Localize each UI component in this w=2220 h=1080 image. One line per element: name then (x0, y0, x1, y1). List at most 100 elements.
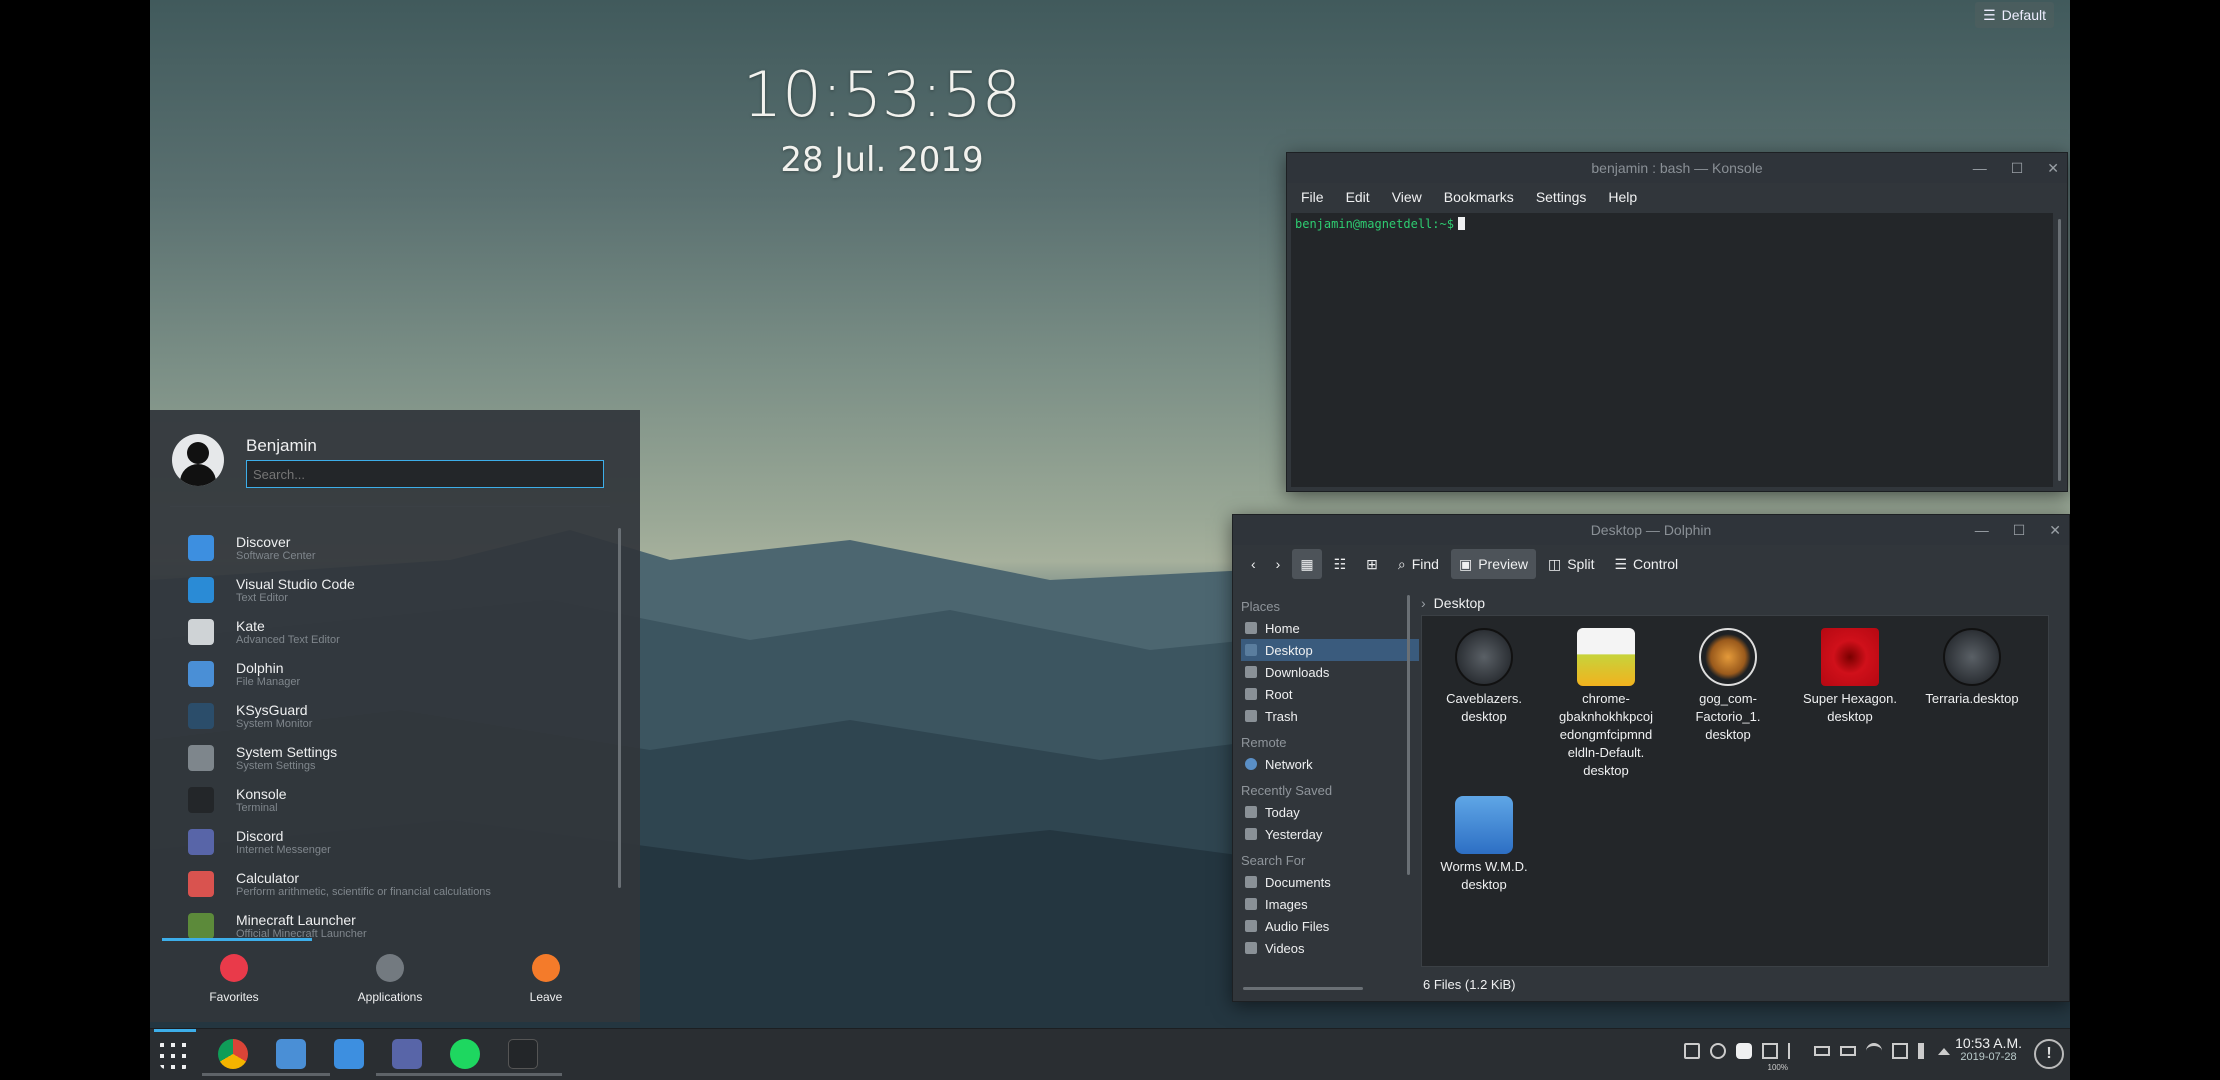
compact-view-button[interactable]: ☷ (1326, 549, 1355, 579)
search-input[interactable] (246, 460, 604, 488)
terminal-scrollbar[interactable] (2058, 219, 2061, 481)
notifications-icon[interactable]: ! (2034, 1039, 2064, 1069)
file-item[interactable]: gog_com- Factorio_1. desktop (1670, 620, 1786, 744)
back-button[interactable]: ‹ (1243, 549, 1264, 579)
volume-icon[interactable] (1918, 1043, 1928, 1059)
app-launcher-grid-icon[interactable] (160, 1039, 190, 1069)
app-item-calculator[interactable]: Calculator Perform arithmetic, scientific… (188, 864, 491, 904)
places-hscrollbar[interactable] (1243, 987, 1363, 990)
calculator-icon (188, 871, 214, 897)
place-desktop[interactable]: Desktop (1241, 639, 1419, 661)
minimize-icon[interactable]: — (1973, 160, 1987, 176)
file-item[interactable]: Caveblazers. desktop (1426, 620, 1542, 726)
place-images[interactable]: Images (1241, 893, 1419, 915)
place-yesterday[interactable]: Yesterday (1241, 823, 1419, 845)
konsole-titlebar[interactable]: benjamin : bash — Konsole — ☐ ✕ (1287, 153, 2067, 183)
place-label: Desktop (1265, 642, 1313, 658)
place-network[interactable]: Network (1241, 753, 1419, 775)
maximize-icon[interactable]: ☐ (2011, 160, 2024, 177)
taskbar-date: 2019-07-28 (1960, 1051, 2017, 1063)
icons-view-button[interactable]: ▦ (1292, 549, 1322, 579)
expand-tray-icon[interactable] (1938, 1047, 1950, 1055)
file-item[interactable]: Terraria.desktop (1914, 620, 2030, 708)
preview-button[interactable]: ▣ Preview (1450, 549, 1536, 579)
battery-icon[interactable] (1840, 1046, 1856, 1056)
minimize-icon[interactable]: — (1975, 522, 1989, 538)
discord-tray-icon[interactable] (1736, 1043, 1752, 1059)
terminal-area[interactable]: benjamin@magnetdell:~$ (1291, 213, 2053, 487)
app-name: Dolphin (236, 660, 284, 676)
control-button[interactable]: ☰ Control (1606, 549, 1686, 579)
factorio-gear-icon (1699, 628, 1757, 686)
dolphin-icon[interactable] (276, 1039, 306, 1069)
places-panel: Places Home Desktop Downloads Root Trash… (1241, 591, 1419, 959)
split-icon: ◫ (1547, 555, 1562, 572)
search-header: Search For (1241, 852, 1306, 868)
file-item[interactable]: Super Hexagon. desktop (1792, 620, 1908, 726)
tab-favorites[interactable]: Favorites (174, 954, 294, 1004)
details-view-button[interactable]: ⊞ (1358, 549, 1386, 579)
place-documents[interactable]: Documents (1241, 871, 1419, 893)
usb-icon[interactable] (1762, 1043, 1778, 1059)
place-root[interactable]: Root (1241, 683, 1419, 705)
find-button[interactable]: ⌕ Find (1390, 549, 1447, 579)
file-item[interactable]: Worms W.M.D. desktop (1426, 788, 1542, 894)
place-home[interactable]: Home (1241, 617, 1419, 639)
file-name: gog_com- Factorio_1. desktop (1695, 691, 1761, 742)
steam-icon (1455, 628, 1513, 686)
tab-leave[interactable]: Leave (486, 954, 606, 1004)
app-item-konsole[interactable]: Konsole Terminal (188, 780, 287, 820)
avatar[interactable] (172, 434, 224, 486)
app-item-ksysguard[interactable]: KSysGuard System Monitor (188, 696, 312, 736)
places-scrollbar[interactable] (1407, 595, 1410, 875)
app-item-discord[interactable]: Discord Internet Messenger (188, 822, 331, 862)
desktop: 10:53:58 28 Jul. 2019 ☰ Default benjamin… (150, 0, 2070, 1080)
place-today[interactable]: Today (1241, 801, 1419, 823)
app-item-discover[interactable]: Discover Software Center (188, 528, 315, 568)
place-videos[interactable]: Videos (1241, 937, 1419, 959)
close-icon[interactable]: ✕ (2049, 522, 2061, 539)
bluetooth-icon[interactable] (1788, 1043, 1804, 1059)
menu-view[interactable]: View (1392, 189, 1422, 205)
activity-default-button[interactable]: ☰ Default (1975, 2, 2054, 28)
discord-icon[interactable] (392, 1039, 422, 1069)
app-item-system-settings[interactable]: System Settings System Settings (188, 738, 337, 778)
discover-icon[interactable] (334, 1039, 364, 1069)
media-play-icon[interactable] (1710, 1043, 1726, 1059)
menu-settings[interactable]: Settings (1536, 189, 1587, 205)
place-trash[interactable]: Trash (1241, 705, 1419, 727)
konsole-icon[interactable] (508, 1039, 538, 1069)
close-icon[interactable]: ✕ (2047, 160, 2059, 177)
maximize-icon[interactable]: ☐ (2013, 522, 2026, 539)
file-name: Super Hexagon. desktop (1803, 691, 1897, 724)
tab-applications[interactable]: Applications (330, 954, 450, 1004)
compact-list-icon: ☷ (1333, 555, 1347, 572)
menu-bookmarks[interactable]: Bookmarks (1444, 189, 1514, 205)
digital-clock[interactable]: 10:53 A.M. 2019-07-28 (1955, 1035, 2022, 1063)
split-button[interactable]: ◫ Split (1540, 549, 1602, 579)
app-item-visual-studio-code[interactable]: Visual Studio Code Text Editor (188, 570, 355, 610)
root-folder-icon (1245, 688, 1257, 700)
menu-help[interactable]: Help (1608, 189, 1637, 205)
spotify-icon[interactable] (450, 1039, 480, 1069)
breadcrumb[interactable]: › Desktop (1421, 595, 1485, 611)
storage-icon[interactable] (1892, 1043, 1908, 1059)
menu-file[interactable]: File (1301, 189, 1324, 205)
control-label: Control (1633, 556, 1679, 572)
chrome-icon[interactable] (218, 1039, 248, 1069)
favorites-scrollbar[interactable] (618, 528, 621, 888)
file-item[interactable]: chrome- gbaknhokhkpcoj edongmfcipmnd eld… (1548, 620, 1664, 780)
place-label: Yesterday (1265, 826, 1323, 842)
forward-button[interactable]: › (1268, 549, 1289, 579)
app-item-dolphin[interactable]: Dolphin File Manager (188, 654, 300, 694)
clipboard-icon[interactable] (1684, 1043, 1700, 1059)
app-item-kate[interactable]: Kate Advanced Text Editor (188, 612, 340, 652)
wifi-icon[interactable] (1866, 1043, 1882, 1059)
dolphin-titlebar[interactable]: Desktop — Dolphin — ☐ ✕ (1233, 515, 2069, 545)
place-downloads[interactable]: Downloads (1241, 661, 1419, 683)
menu-edit[interactable]: Edit (1346, 189, 1370, 205)
keyboard-icon[interactable] (1814, 1046, 1830, 1056)
leave-arrow-icon (532, 954, 560, 982)
file-view[interactable]: Caveblazers. desktop chrome- gbaknhokhkp… (1421, 615, 2049, 967)
place-audio[interactable]: Audio Files (1241, 915, 1419, 937)
